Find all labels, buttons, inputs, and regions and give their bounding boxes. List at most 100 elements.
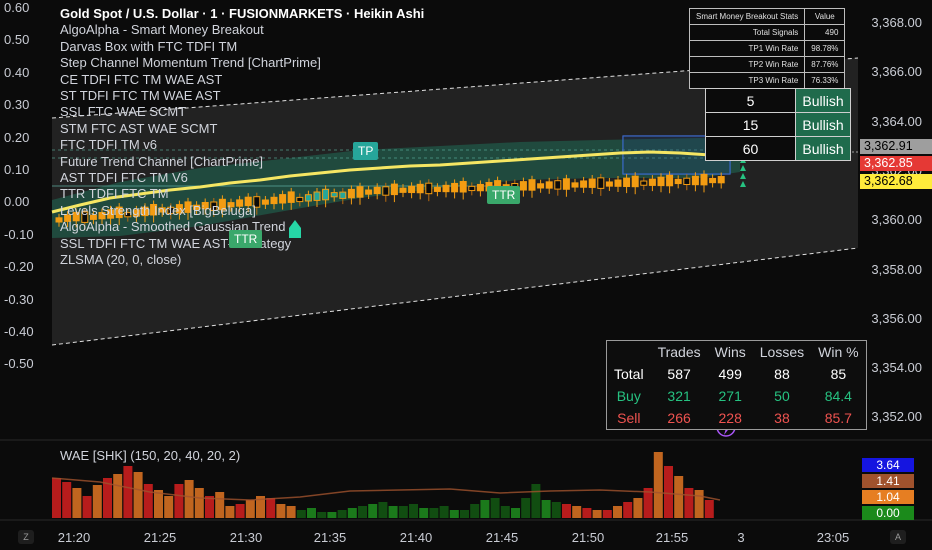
candle-body xyxy=(433,186,441,192)
time-axis-tick: 21:25 xyxy=(143,530,177,545)
mtf-trend-table: 5 Bullish 15 Bullish 60 Bullish xyxy=(705,88,851,161)
left-axis-tick: -0.20 xyxy=(4,259,34,275)
candle-body xyxy=(666,174,674,187)
candle-body xyxy=(623,177,631,188)
wae-bar xyxy=(551,502,561,518)
trend-row: 60 Bullish xyxy=(705,136,851,161)
trend-state-cell: Bullish xyxy=(795,136,851,161)
candle-body xyxy=(519,181,527,191)
candle-body xyxy=(700,173,708,186)
price-tag: 3,362.91 xyxy=(860,139,932,154)
perf-cell: 85 xyxy=(830,366,847,382)
indicator-legend-item[interactable]: Step Channel Momentum Trend [ChartPrime] xyxy=(60,55,424,71)
indicator-legend-item[interactable]: Levels Strength Index [BigBeluga] xyxy=(60,203,424,219)
wae-bar xyxy=(521,498,531,518)
wae-bar xyxy=(704,500,714,518)
time-axis-tick: 21:55 xyxy=(655,530,689,545)
wae-bar xyxy=(633,498,643,518)
perf-cell: 38 xyxy=(774,410,790,426)
candle-body xyxy=(425,182,433,195)
perf-header-cell: Wins xyxy=(714,344,746,360)
time-axis-tick: 21:30 xyxy=(229,530,263,545)
price-axis-tick: 3,354.00 xyxy=(871,360,922,376)
candle-body xyxy=(537,183,545,189)
indicator-legend-item[interactable]: AlgoAlpha - Smart Money Breakout xyxy=(60,22,424,38)
stats-label: TP2 Win Rate xyxy=(688,56,806,73)
stats-row: TP3 Win Rate 76.33% xyxy=(688,72,846,89)
candle-body xyxy=(683,177,691,186)
perf-header-cell xyxy=(607,341,651,364)
wae-bar xyxy=(653,452,663,518)
wae-bar xyxy=(133,472,143,518)
time-axis-tick: 21:20 xyxy=(57,530,91,545)
trend-row: 15 Bullish xyxy=(705,112,851,137)
candle-body xyxy=(588,178,596,188)
wae-bar xyxy=(72,488,82,518)
stats-header-value: Value xyxy=(804,8,846,25)
candle-body xyxy=(657,176,665,187)
wae-bar xyxy=(480,500,490,518)
wae-bar xyxy=(694,490,704,518)
perf-header-cell: Trades xyxy=(657,344,701,360)
candle-body xyxy=(528,179,536,191)
wae-value-tag: 0.00 xyxy=(862,506,914,520)
perf-row-label: Buy xyxy=(616,388,641,404)
wae-bar xyxy=(82,496,92,518)
indicator-legend-item[interactable]: ST TDFI FTC TM WAE AST xyxy=(60,88,424,104)
symbol-title[interactable]: Gold Spot / U.S. Dollar · 1 · FUSIONMARK… xyxy=(60,6,424,22)
indicator-legend-item[interactable]: SSL FTC WAE SCMT xyxy=(60,104,424,120)
wae-bar xyxy=(531,484,541,518)
candle-body xyxy=(605,181,613,187)
zoom-button[interactable]: Z xyxy=(18,530,34,544)
indicator-legend-item[interactable]: ZLSMA (20, 0, close) xyxy=(60,252,424,268)
candle-body xyxy=(614,179,622,187)
candle-body xyxy=(571,182,579,188)
wae-bar xyxy=(154,490,163,518)
wae-bar xyxy=(164,496,174,518)
wae-bar xyxy=(113,474,123,518)
wae-bar xyxy=(276,504,286,518)
strategy-performance-table: Trades Wins Losses Win % Total 587 499 88 85 Buy… xyxy=(606,340,867,430)
perf-cell: 85.7 xyxy=(824,410,852,426)
left-axis-tick: 0.40 xyxy=(4,64,30,80)
perf-cell: 271 xyxy=(718,388,742,404)
wae-title[interactable]: WAE [SHK] (150, 20, 40, 20, 2) xyxy=(60,448,240,463)
indicator-legend-item[interactable]: AST TDFI FTC TM V6 xyxy=(60,170,424,186)
wae-bar xyxy=(398,506,408,518)
indicator-legend-item[interactable]: CE TDFI FTC TM WAE AST xyxy=(60,72,424,88)
wae-bar xyxy=(184,480,194,518)
time-axis-tick: 3 xyxy=(737,530,745,545)
candle-body xyxy=(597,177,605,189)
time-axis-tick: 23:05 xyxy=(816,530,850,545)
wae-bar xyxy=(245,500,255,518)
chart-window: { "legend": { "title": "Gold Spot / U.S.… xyxy=(0,0,932,550)
wae-bar xyxy=(286,506,296,518)
wae-bar xyxy=(664,466,673,518)
indicator-legend-item[interactable]: TTR TDFI FTC TM xyxy=(60,186,424,202)
perf-row-label: Sell xyxy=(617,410,641,426)
wae-bar xyxy=(52,478,61,518)
wae-bar xyxy=(409,504,418,518)
stats-row: TP1 Win Rate 98.78% xyxy=(688,40,846,57)
left-axis-tick: -0.30 xyxy=(4,291,34,307)
perf-cell: 50 xyxy=(774,388,790,404)
indicator-legend-item[interactable]: STM FTC AST WAE SCMT xyxy=(60,121,424,137)
price-axis-tick: 3,364.00 xyxy=(871,113,922,129)
candle-body xyxy=(476,183,484,192)
wae-bar xyxy=(266,498,276,518)
wae-bar xyxy=(337,510,347,518)
perf-cell: 499 xyxy=(718,366,742,382)
wae-bar xyxy=(205,496,214,518)
perf-cell: 321 xyxy=(667,388,691,404)
wae-bar xyxy=(429,508,439,518)
wae-bar xyxy=(572,506,582,518)
wae-value-tag: 3.64 xyxy=(862,458,914,472)
auto-scale-button[interactable]: A xyxy=(890,530,906,544)
tp-signal-label: TP xyxy=(353,142,379,160)
stats-value: 76.33% xyxy=(804,72,846,89)
left-axis-tick: 0.00 xyxy=(4,194,30,210)
indicator-legend-item[interactable]: Darvas Box with FTC TDFI TM xyxy=(60,39,424,55)
candle-body xyxy=(451,182,459,193)
price-axis-tick: 3,358.00 xyxy=(871,261,922,277)
left-axis-tick: 0.30 xyxy=(4,97,30,113)
